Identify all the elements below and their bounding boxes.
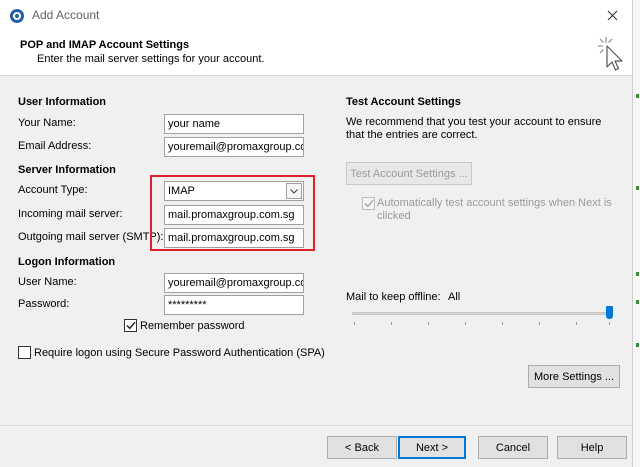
cancel-button[interactable]: Cancel [478,436,548,459]
test-settings-heading: Test Account Settings [346,96,461,108]
user-name-input[interactable]: youremail@promaxgroup.com [164,273,304,293]
cursor-click-icon [598,37,623,71]
checkmark-icon [125,321,136,330]
slider-tick [576,322,577,325]
outlook-gear-icon [10,9,24,23]
header-subtitle: Enter the mail server settings for your … [37,53,265,65]
window-title: Add Account [32,8,100,22]
strip-mark [636,186,639,190]
help-button[interactable]: Help [557,436,627,459]
logon-info-heading: Logon Information [18,256,116,268]
slider-tick [428,322,429,325]
slider-tick [391,322,392,325]
user-info-heading: User Information [18,96,107,108]
your-name-label: Your Name: [18,117,76,129]
next-button[interactable]: Next > [398,436,466,459]
strip-mark [636,272,639,276]
slider-tick [354,322,355,325]
close-icon [607,10,617,20]
header-title: POP and IMAP Account Settings [20,39,190,51]
your-name-input[interactable]: your name [164,114,304,134]
back-button[interactable]: < Back [327,436,397,459]
background-window-edge [632,0,640,467]
test-account-settings-button[interactable]: Test Account Settings ... [346,162,472,185]
slider-tick [502,322,503,325]
strip-mark [636,94,639,98]
email-address-label: Email Address: [18,140,92,152]
checkmark-icon [363,199,374,208]
test-settings-description: We recommend that you test your account … [346,116,602,141]
remember-password-checkbox[interactable] [124,319,137,332]
password-input[interactable]: ********* [164,295,304,315]
spa-checkbox[interactable] [18,346,31,359]
offline-slider-thumb[interactable] [606,306,613,319]
server-info-heading: Server Information [18,164,116,176]
incoming-server-label: Incoming mail server: [18,208,123,220]
close-button[interactable] [600,5,624,25]
offline-slider-track[interactable] [352,312,612,315]
mail-offline-label: Mail to keep offline: [346,291,441,303]
strip-mark [636,300,639,304]
slider-tick [465,322,466,325]
slider-tick [539,322,540,325]
auto-test-label: Automatically test account settings when… [377,197,612,222]
user-name-label: User Name: [18,276,77,288]
auto-test-checkbox[interactable] [362,197,375,210]
account-type-label: Account Type: [18,184,88,196]
footer-divider [0,425,632,426]
mail-offline-value: All [448,291,461,303]
email-address-input[interactable]: youremail@promaxgroup.com [164,137,304,157]
slider-tick [609,322,610,325]
more-settings-button[interactable]: More Settings ... [528,365,620,388]
spa-label: Require logon using Secure Password Auth… [34,347,325,359]
remember-password-label: Remember password [140,320,245,332]
password-label: Password: [18,298,70,310]
highlight-box [150,175,315,251]
outgoing-server-label: Outgoing mail server (SMTP): [18,231,164,243]
title-bar: Add Account [0,0,632,30]
dialog-header: POP and IMAP Account Settings Enter the … [0,30,632,76]
strip-mark [636,343,639,347]
